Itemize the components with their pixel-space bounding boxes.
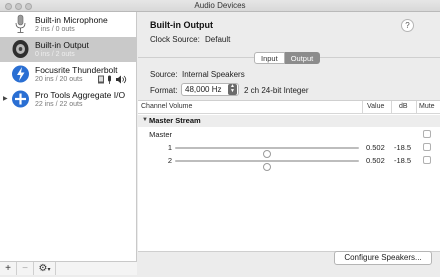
channel-db: -18.5 [394, 156, 412, 165]
column-divider [391, 101, 392, 114]
volume-slider[interactable] [175, 160, 359, 171]
microphone-badge-icon [108, 75, 111, 84]
screen-icon [98, 75, 104, 84]
speaker-badge-icon [116, 75, 127, 84]
device-title: Built-in Output [150, 20, 213, 30]
column-mute[interactable]: Mute [419, 103, 435, 110]
tab-input[interactable]: Input [254, 52, 285, 64]
device-built-in-microphone[interactable]: Built-in Microphone 2 ins / 0 outs [0, 12, 137, 37]
mute-checkbox[interactable] [423, 156, 431, 164]
remove-device-button[interactable]: − [17, 262, 34, 275]
device-name: Built-in Output [35, 40, 89, 50]
table-header: Channel Volume Value dB Mute [138, 101, 440, 114]
column-db[interactable]: dB [399, 103, 408, 110]
microphone-icon [15, 14, 26, 33]
device-io-count: 0 ins / 2 outs [35, 51, 75, 58]
column-channel-volume[interactable]: Channel Volume [141, 103, 192, 110]
chevron-down-icon: ▾ [47, 267, 51, 273]
channel-value: 0.502 [366, 156, 385, 165]
audio-devices-window: Audio Devices Built-in Microphone 2 ins … [0, 0, 440, 275]
device-built-in-output[interactable]: Built-in Output 0 ins / 2 outs [0, 37, 137, 62]
device-pro-tools-aggregate[interactable]: ▶ Pro Tools Aggregate I/O 22 ins / 22 ou… [0, 87, 137, 112]
disclosure-triangle-icon[interactable]: ▼ [142, 117, 148, 123]
configure-speakers-button[interactable]: Configure Speakers... [334, 251, 432, 265]
clock-source-label: Clock Source: [150, 35, 200, 44]
input-output-tabs: Input Output [254, 52, 321, 64]
format-description: 2 ch 24-bit Integer [244, 86, 309, 95]
device-name: Focusrite Thunderbolt [35, 65, 118, 75]
mute-checkbox[interactable] [423, 143, 431, 151]
master-stream-group[interactable]: ▼ Master Stream [138, 115, 440, 127]
channel-volume-table: Channel Volume Value dB Mute ▼ Master St… [138, 100, 440, 252]
window-title: Audio Devices [194, 1, 246, 10]
volume-slider[interactable] [175, 147, 359, 158]
column-divider [362, 101, 363, 114]
thunderbolt-icon [12, 65, 29, 83]
slider-knob[interactable] [263, 163, 272, 171]
source-label: Source: [150, 70, 178, 79]
sidebar-footer: + − ⚙▾ [0, 261, 137, 275]
mute-checkbox[interactable] [423, 130, 431, 138]
channel-value: 0.502 [366, 143, 385, 152]
title-bar: Audio Devices [0, 0, 440, 12]
device-list: Built-in Microphone 2 ins / 0 outs Built… [0, 12, 137, 275]
device-badges [98, 75, 128, 87]
channel-db: -18.5 [394, 143, 412, 152]
device-io-count: 22 ins / 22 outs [35, 101, 83, 108]
chevron-updown-icon[interactable]: ▲ ▼ [228, 84, 237, 95]
table-row: 2 0.502 -18.5 [138, 154, 440, 171]
speaker-icon [12, 40, 29, 58]
device-io-count: 2 ins / 0 outs [35, 26, 75, 33]
source-value: Internal Speakers [182, 70, 245, 79]
device-detail-pane: Built-in Output ? Clock Source: Default … [138, 12, 440, 275]
disclosure-triangle-icon[interactable]: ▶ [3, 95, 8, 102]
table-row: Master [138, 128, 440, 141]
aggregate-plus-icon [12, 90, 29, 108]
table-row: 1 0.502 -18.5 [138, 141, 440, 158]
device-io-count: 20 ins / 20 outs [35, 76, 83, 83]
gear-menu-button[interactable]: ⚙▾ [34, 262, 56, 275]
device-focusrite-thunderbolt[interactable]: Focusrite Thunderbolt 20 ins / 20 outs [0, 62, 137, 87]
device-name: Pro Tools Aggregate I/O [35, 90, 126, 100]
tab-output[interactable]: Output [284, 52, 321, 64]
channel-name: 2 [167, 156, 172, 165]
group-label: Master Stream [149, 116, 201, 125]
column-divider [416, 101, 417, 114]
column-value[interactable]: Value [367, 103, 384, 110]
channel-name: 1 [167, 143, 172, 152]
channel-name: Master [149, 130, 172, 139]
help-button[interactable]: ? [401, 19, 414, 32]
add-device-button[interactable]: + [0, 262, 17, 275]
format-label: Format: [150, 86, 178, 95]
device-name: Built-in Microphone [35, 15, 108, 25]
clock-source-value[interactable]: Default [205, 35, 230, 44]
